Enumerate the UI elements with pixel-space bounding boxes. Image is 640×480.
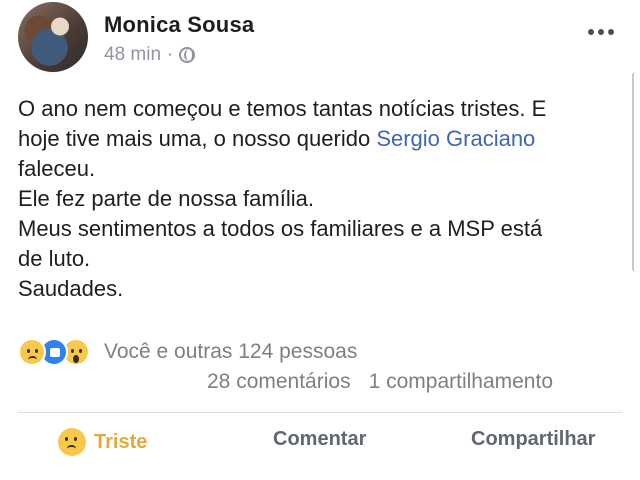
globe-icon bbox=[179, 47, 196, 63]
facebook-post: Monica Sousa 48 min · O ano nem começou … bbox=[0, 0, 640, 480]
comment-button[interactable]: Comentar bbox=[273, 428, 366, 451]
avatar[interactable] bbox=[18, 2, 88, 72]
comment-button-label: Comentar bbox=[273, 428, 367, 450]
comments-count[interactable]: 28 comentários bbox=[207, 370, 351, 394]
post-meta: 48 min · bbox=[104, 44, 196, 66]
sad-icon bbox=[58, 428, 86, 456]
post-body-line: hoje tive mais uma, o nosso querido Serg… bbox=[18, 124, 618, 154]
mention-link[interactable]: Sergio Graciano bbox=[376, 126, 535, 151]
more-dot bbox=[598, 29, 604, 35]
react-button-label: Triste bbox=[94, 430, 148, 453]
post-author[interactable]: Monica Sousa bbox=[104, 12, 254, 38]
share-button-label: Compartilhar bbox=[471, 428, 596, 450]
reactions-text[interactable]: Você e outras 124 pessoas bbox=[104, 340, 357, 364]
shares-count[interactable]: 1 compartilhamento bbox=[369, 370, 553, 394]
sad-reaction-icon bbox=[18, 338, 46, 366]
post-body-line: O ano nem começou e temos tantas notícia… bbox=[18, 96, 547, 121]
react-button[interactable]: Triste bbox=[58, 428, 147, 456]
scrollbar[interactable] bbox=[632, 72, 638, 272]
engagement-counts: 28 comentários 1 compartilhamento bbox=[207, 370, 553, 394]
meta-separator: · bbox=[167, 44, 174, 65]
post-body: O ano nem começou e temos tantas notícia… bbox=[18, 94, 618, 304]
post-body-line: Meus sentimentos a todos os familiares e… bbox=[18, 216, 543, 241]
more-dot bbox=[608, 29, 614, 35]
post-body-line: de luto. bbox=[18, 246, 91, 271]
more-options-icon[interactable] bbox=[584, 24, 618, 40]
post-body-line: Ele fez parte de nossa família. bbox=[18, 186, 314, 211]
post-actions: Triste Comentar Compartilhar bbox=[0, 422, 640, 466]
post-time[interactable]: 48 min bbox=[104, 44, 161, 66]
more-dot bbox=[588, 29, 594, 35]
post-body-line: Saudades. bbox=[18, 276, 124, 301]
share-button[interactable]: Compartilhar bbox=[471, 428, 595, 451]
reactions-summary[interactable]: Você e outras 124 pessoas bbox=[18, 338, 357, 366]
post-body-line: faleceu. bbox=[18, 156, 96, 181]
post-body-text: hoje tive mais uma, o nosso querido bbox=[18, 126, 377, 151]
divider bbox=[18, 412, 622, 413]
